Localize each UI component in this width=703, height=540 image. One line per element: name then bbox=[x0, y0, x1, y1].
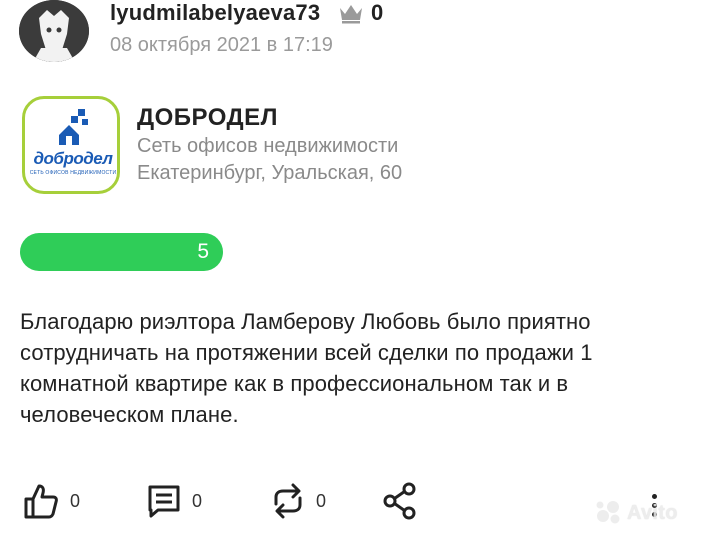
comment-icon bbox=[148, 485, 180, 518]
repost-count: 0 bbox=[316, 490, 327, 511]
comment-count: 0 bbox=[192, 490, 203, 511]
organization-address: Екатеринбург, Уральская, 60 bbox=[137, 162, 403, 184]
comment-button[interactable]: 0 bbox=[146, 481, 202, 521]
crown-icon bbox=[340, 5, 362, 24]
post-date: 08 октября 2021 в 17:19 bbox=[110, 34, 333, 56]
organization-type: Сеть офисов недвижимости bbox=[137, 135, 399, 157]
share-button[interactable] bbox=[382, 481, 418, 521]
like-icon bbox=[24, 484, 58, 519]
logo-subtitle: СЕТЬ ОФИСОВ НЕДВИЖИМОСТИ bbox=[29, 170, 117, 176]
repost-button[interactable]: 0 bbox=[270, 481, 326, 521]
like-button[interactable]: 0 bbox=[22, 481, 80, 521]
avatar[interactable] bbox=[19, 0, 89, 62]
review-text: Благодарю риэлтора Ламберову Любовь было… bbox=[20, 309, 593, 427]
username[interactable]: lyudmilabelyaeva73 bbox=[110, 0, 320, 26]
logo-word: добродел bbox=[33, 149, 113, 168]
avito-watermark: Avito bbox=[595, 500, 678, 526]
organization-name[interactable]: ДОБРОДЕЛ bbox=[137, 104, 278, 132]
rating-value: 5 bbox=[197, 240, 209, 263]
repost-icon bbox=[274, 483, 302, 519]
organization-logo[interactable]: добродел СЕТЬ ОФИСОВ НЕДВИЖИМОСТИ bbox=[22, 96, 120, 194]
watermark-text: Avito bbox=[627, 501, 678, 524]
like-count: 0 bbox=[70, 490, 81, 511]
avito-logo-icon bbox=[596, 501, 620, 524]
rating-bar: 5 bbox=[20, 233, 223, 271]
house-icon bbox=[59, 109, 88, 145]
crown-count: 0 bbox=[371, 0, 384, 25]
share-icon bbox=[383, 482, 416, 520]
